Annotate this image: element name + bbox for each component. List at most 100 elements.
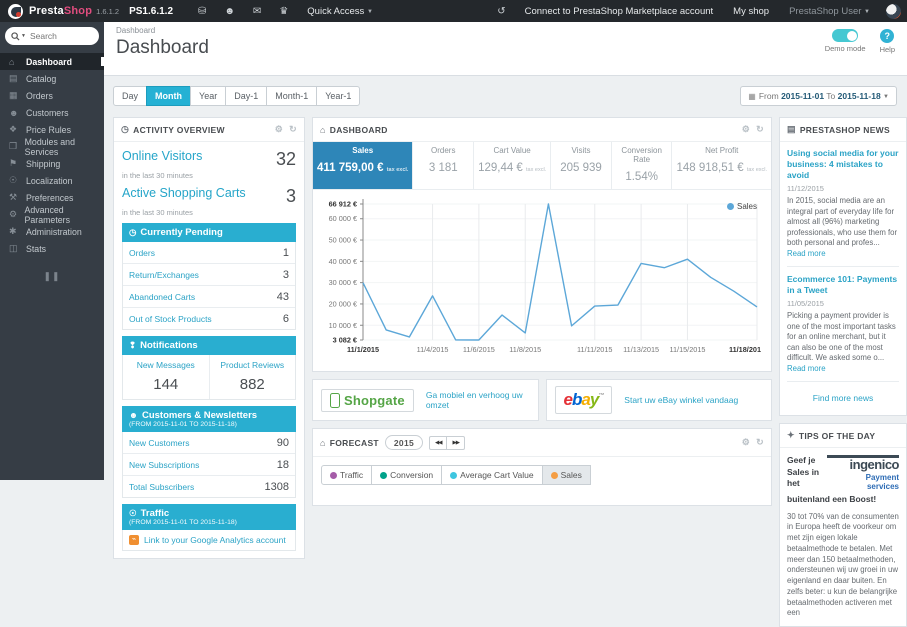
svg-text:40 000 €: 40 000 € [329, 257, 357, 266]
lightbulb-icon: ✦ [787, 430, 795, 441]
forecast-settings-icon[interactable]: ⚙ [742, 437, 750, 448]
customers-icon[interactable]: ☻ [224, 6, 235, 17]
sidebar-item-advanced-parameters[interactable]: ⚙ Advanced Parameters [0, 205, 104, 225]
notifications-header: ❢ Notifications [122, 336, 296, 355]
toggle-average-cart-value[interactable]: Average Cart Value [441, 465, 543, 485]
news-panel-title: PRESTASHOP NEWS [799, 124, 890, 135]
search-input[interactable] [29, 31, 88, 41]
pending-out-of-stock-row[interactable]: Out of Stock Products 6 [123, 308, 295, 329]
shopgate-link[interactable]: Ga mobiel en verhoog uw omzet [426, 390, 530, 410]
toggle-conversion[interactable]: Conversion [371, 465, 443, 485]
sidebar-item-orders[interactable]: ▦ Orders [0, 87, 104, 104]
forecast-next-button[interactable]: ▶▶ [446, 435, 465, 450]
sidebar-item-stats[interactable]: ◫ Stats [0, 240, 104, 257]
traffic-header: ☉ Traffic (FROM 2015-11-01 TO 2015-11-18) [122, 504, 296, 530]
search-scope-caret-icon[interactable]: ▼ [21, 33, 26, 39]
active-carts-value: 3 [285, 186, 296, 206]
sidebar-item-price-rules[interactable]: ❖ Price Rules [0, 121, 104, 138]
avg-cart-dot-icon [450, 471, 458, 479]
user-menu[interactable]: PrestaShop User ▼ [789, 6, 870, 17]
breadcrumb[interactable]: Dashboard [116, 26, 897, 35]
phone-icon [330, 392, 340, 408]
quick-access-menu[interactable]: Quick Access ▼ [307, 6, 373, 17]
new-subscriptions-row[interactable]: New Subscriptions 18 [123, 454, 295, 476]
kpi-row: Sales 411 759,00 € tax excl. Orders 3 181 … [313, 142, 771, 190]
demo-mode-toggle[interactable] [832, 29, 859, 42]
google-analytics-link[interactable]: Link to your Google Analytics account [144, 535, 286, 545]
sidebar-search[interactable]: ▼ [5, 27, 99, 45]
date-range-picker[interactable]: ▦ From 2015-11-01 To 2015-11-18 ▼ [740, 86, 897, 106]
shop-name[interactable]: PS1.6.1.2 [129, 6, 173, 17]
google-analytics-row[interactable]: ⌁ Link to your Google Analytics account [122, 530, 296, 551]
kpi-visits[interactable]: Visits 205 939 [551, 142, 612, 189]
forecast-year[interactable]: 2015 [384, 435, 424, 450]
range-month-button[interactable]: Month [146, 86, 192, 106]
catalog-icon: ▤ [9, 73, 18, 83]
sidebar-item-customers[interactable]: ☻ Customers [0, 104, 104, 121]
range-year-1-button[interactable]: Year-1 [316, 86, 361, 106]
sidebar-item-administration[interactable]: ✱ Administration [0, 223, 104, 240]
advanced-parameters-icon: ⚙ [9, 209, 18, 219]
sidebar-item-dashboard[interactable]: ⌂ Dashboard [0, 53, 104, 70]
forecast-prev-button[interactable]: ◀◀ [429, 435, 448, 450]
localization-icon: ☉ [9, 175, 18, 185]
active-carts-link[interactable]: Active Shopping Carts [122, 186, 246, 200]
range-day-1-button[interactable]: Day-1 [225, 86, 268, 106]
sidebar-item-catalog[interactable]: ▤ Catalog [0, 70, 104, 87]
sidebar-collapse-button[interactable]: ❚❚ [0, 271, 104, 282]
news-article-title[interactable]: Ecommerce 101: Payments in a Tweet [787, 274, 899, 296]
kpi-net-profit[interactable]: Net Profit 148 918,51 € tax excl. [672, 142, 771, 189]
sidebar-item-localization[interactable]: ☉ Localization [0, 172, 104, 189]
svg-text:11/15/2015: 11/15/2015 [669, 345, 705, 354]
sidebar: ▼ ⌂Dashboard ▤Catalog ▦Orders ☻Customers… [0, 22, 104, 480]
range-year-button[interactable]: Year [190, 86, 227, 106]
dashboard-refresh-icon[interactable]: ↻ [756, 124, 764, 135]
dashboard-settings-icon[interactable]: ⚙ [742, 124, 750, 135]
shopgate-ad[interactable]: Shopgate Ga mobiel en verhoog uw omzet [312, 379, 539, 421]
news-icon: ▤ [787, 124, 796, 134]
online-visitors-link[interactable]: Online Visitors [122, 149, 202, 163]
sidebar-item-preferences[interactable]: ⚒ Preferences [0, 189, 104, 206]
my-shop-link[interactable]: My shop [733, 6, 769, 17]
activity-refresh-icon[interactable]: ↻ [289, 124, 297, 135]
cart-icon[interactable]: ⛁ [198, 6, 206, 17]
tips-of-the-day-panel: ✦ TIPS OF THE DAY ingenico Payment servi… [779, 423, 907, 627]
new-customers-row[interactable]: New Customers 90 [123, 432, 295, 454]
news-article-title[interactable]: Using social media for your business: 4 … [787, 148, 899, 181]
kpi-sales[interactable]: Sales 411 759,00 € tax excl. [313, 142, 414, 189]
marketplace-link[interactable]: Connect to PrestaShop Marketplace accoun… [525, 6, 714, 17]
range-day-button[interactable]: Day [113, 86, 148, 106]
new-messages-cell[interactable]: New Messages 144 [123, 355, 209, 399]
kpi-cart-value[interactable]: Cart Value 129,44 € tax excl. [474, 142, 552, 189]
news-article: Ecommerce 101: Payments in a Tweet 11/05… [787, 274, 899, 374]
ebay-link[interactable]: Start uw eBay winkel vandaag [624, 395, 738, 405]
user-avatar[interactable] [886, 3, 901, 19]
pending-orders-row[interactable]: Orders 1 [123, 242, 295, 264]
toggle-traffic[interactable]: Traffic [321, 465, 373, 485]
sidebar-item-shipping[interactable]: ⚑ Shipping [0, 155, 104, 172]
product-reviews-cell[interactable]: Product Reviews 882 [208, 355, 296, 399]
read-more-link[interactable]: Read more [787, 364, 826, 373]
kpi-conversion-rate[interactable]: Conversion Rate 1.54% [612, 142, 673, 189]
find-more-news-link[interactable]: Find more news [787, 389, 899, 409]
range-month-1-button[interactable]: Month-1 [266, 86, 318, 106]
achievements-icon[interactable]: ♛ [279, 6, 288, 17]
total-subscribers-row[interactable]: Total Subscribers 1308 [123, 476, 295, 497]
notification-icon: ❢ [129, 340, 137, 350]
ebay-ad[interactable]: ebay™ Start uw eBay winkel vandaag [545, 379, 772, 421]
activity-settings-icon[interactable]: ⚙ [275, 124, 283, 135]
demo-mode-control: Demo mode [825, 29, 866, 54]
messages-icon[interactable]: ✉ [253, 6, 261, 17]
read-more-link[interactable]: Read more [787, 249, 826, 258]
sidebar-item-modules[interactable]: ❒ Modules and Services [0, 137, 104, 157]
help-icon[interactable]: ? [880, 29, 895, 43]
svg-text:3 082 €: 3 082 € [333, 336, 357, 345]
shipping-icon: ⚑ [9, 158, 18, 168]
pending-abandoned-carts-row[interactable]: Abandoned Carts 43 [123, 286, 295, 308]
forecast-refresh-icon[interactable]: ↻ [756, 437, 764, 448]
chart-legend[interactable]: Sales [726, 202, 757, 211]
version-label: 1.6.1.2 [96, 6, 120, 16]
kpi-orders[interactable]: Orders 3 181 [413, 142, 475, 189]
pending-returns-row[interactable]: Return/Exchanges 3 [123, 264, 295, 286]
toggle-sales[interactable]: Sales [541, 465, 591, 485]
